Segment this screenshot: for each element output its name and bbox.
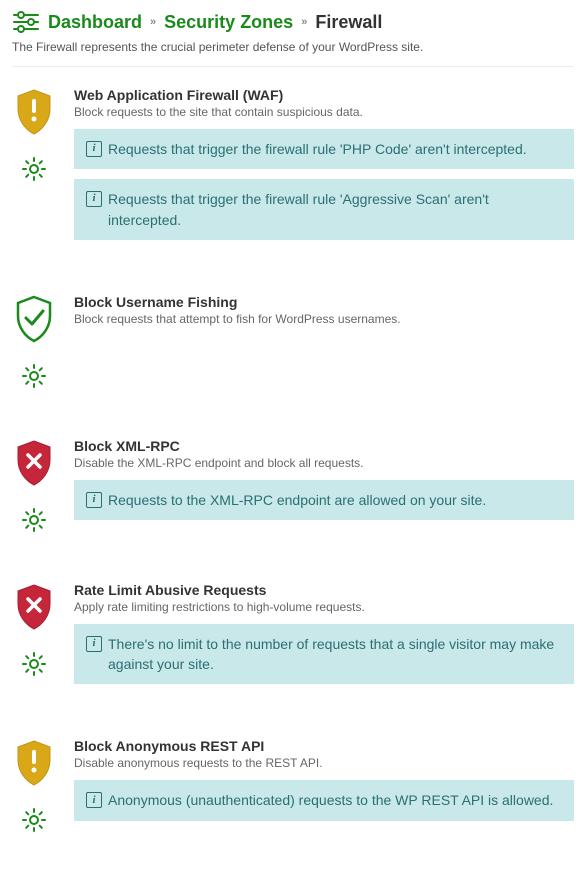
shield-warn-icon [12, 738, 56, 793]
notice-text: Requests to the XML-RPC endpoint are all… [108, 490, 486, 510]
module: Block XML-RPC Disable the XML-RPC endpoin… [12, 438, 574, 538]
divider [12, 66, 574, 67]
module-title: Block Username Fishing [74, 294, 574, 310]
gear-icon[interactable] [21, 807, 47, 838]
module: Block Anonymous REST API Disable anonymou… [12, 738, 574, 838]
shield-warn-icon [12, 87, 56, 142]
page-subtitle: The Firewall represents the crucial peri… [12, 40, 574, 54]
info-icon: i [86, 636, 102, 652]
gear-icon[interactable] [21, 651, 47, 682]
module-title: Web Application Firewall (WAF) [74, 87, 574, 103]
shield-ok-icon [12, 294, 56, 349]
notice-text: Anonymous (unauthenticated) requests to … [108, 790, 553, 810]
info-icon: i [86, 792, 102, 808]
shield-off-icon [12, 582, 56, 637]
module-description: Disable anonymous requests to the REST A… [74, 756, 574, 770]
module-title: Block Anonymous REST API [74, 738, 574, 754]
info-icon: i [86, 492, 102, 508]
gear-icon[interactable] [21, 507, 47, 538]
chevron-right-icon: » [301, 16, 307, 28]
info-icon: i [86, 141, 102, 157]
settings-sliders-icon [12, 10, 40, 34]
module-description: Disable the XML-RPC endpoint and block a… [74, 456, 574, 470]
module-description: Apply rate limiting restrictions to high… [74, 600, 574, 614]
notice-text: There's no limit to the number of reques… [108, 634, 562, 675]
module-title: Block XML-RPC [74, 438, 574, 454]
notice-text: Requests that trigger the firewall rule … [108, 189, 562, 230]
module: Rate Limit Abusive Requests Apply rate li… [12, 582, 574, 695]
info-notice: i Anonymous (unauthenticated) requests to… [74, 780, 574, 820]
gear-icon[interactable] [21, 156, 47, 187]
breadcrumb-current: Firewall [315, 12, 382, 33]
shield-off-icon [12, 438, 56, 493]
info-notice: i Requests that trigger the firewall rule… [74, 129, 574, 169]
info-icon: i [86, 191, 102, 207]
module: Web Application Firewall (WAF) Block requ… [12, 87, 574, 250]
module-title: Rate Limit Abusive Requests [74, 582, 574, 598]
module-description: Block requests to the site that contain … [74, 105, 574, 119]
breadcrumb-security-zones[interactable]: Security Zones [164, 12, 293, 33]
module-description: Block requests that attempt to fish for … [74, 312, 574, 326]
info-notice: i There's no limit to the number of reque… [74, 624, 574, 685]
breadcrumb: Dashboard » Security Zones » Firewall [12, 10, 574, 34]
notice-text: Requests that trigger the firewall rule … [108, 139, 527, 159]
gear-icon[interactable] [21, 363, 47, 394]
module: Block Username Fishing Block requests tha… [12, 294, 574, 394]
chevron-right-icon: » [150, 16, 156, 28]
info-notice: i Requests to the XML-RPC endpoint are al… [74, 480, 574, 520]
info-notice: i Requests that trigger the firewall rule… [74, 179, 574, 240]
breadcrumb-dashboard[interactable]: Dashboard [48, 12, 142, 33]
